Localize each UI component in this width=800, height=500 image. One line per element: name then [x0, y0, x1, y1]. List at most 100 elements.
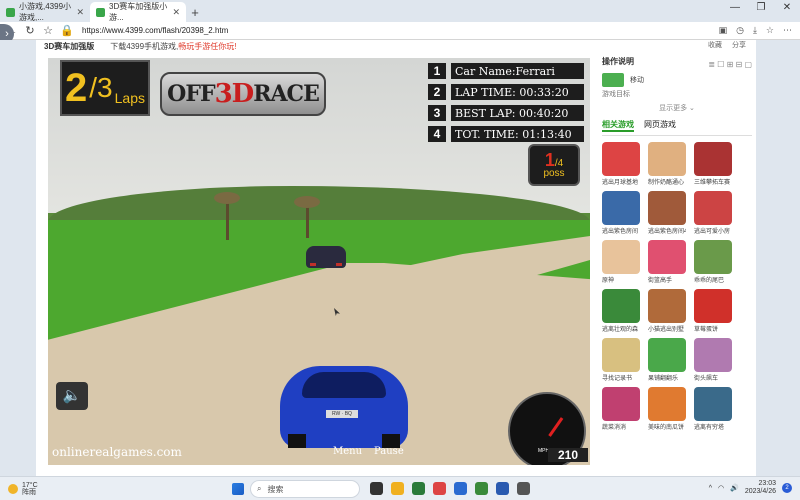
- new-tab-button[interactable]: +: [186, 4, 204, 22]
- wifi-icon[interactable]: ◠: [718, 484, 724, 492]
- game-thumbnail[interactable]: [602, 142, 640, 176]
- game-name[interactable]: 逃出月球基地: [602, 177, 640, 186]
- notification-badge[interactable]: 2: [782, 483, 792, 494]
- related-game-item[interactable]: 蔬菜消消: [602, 387, 640, 431]
- game-site-link[interactable]: onlinerealgames.com: [52, 445, 182, 459]
- taskbar-app-icon[interactable]: [370, 482, 383, 495]
- maximize-button[interactable]: ❐: [748, 2, 774, 13]
- related-game-item[interactable]: 三维攀拓车赛: [694, 142, 732, 186]
- game-thumbnail[interactable]: [694, 338, 732, 372]
- related-game-item[interactable]: 原神: [602, 240, 640, 284]
- game-thumbnail[interactable]: [602, 240, 640, 274]
- game-name[interactable]: 逃出紫色房间4: [648, 226, 686, 235]
- game-thumbnail[interactable]: [648, 240, 686, 274]
- game-thumbnail[interactable]: [694, 142, 732, 176]
- close-window-button[interactable]: ✕: [774, 2, 800, 13]
- favorite-button[interactable]: 收藏: [708, 40, 722, 50]
- game-thumbnail[interactable]: [648, 338, 686, 372]
- close-tab-icon[interactable]: ✕: [172, 7, 180, 18]
- related-game-item[interactable]: 街篮高手: [648, 240, 686, 284]
- game-name[interactable]: 小猫逃出别墅: [648, 324, 686, 333]
- breadcrumb[interactable]: 3D赛车加强版: [44, 41, 94, 52]
- game-name[interactable]: 逃出紫色房间: [602, 226, 640, 235]
- tool-icons[interactable]: ≣ ☐ ⊞ ⊟ ▢: [708, 60, 752, 69]
- game-thumbnail[interactable]: [602, 338, 640, 372]
- related-game-item[interactable]: 逃离壮观的森: [602, 289, 640, 333]
- taskbar-app-icon[interactable]: [475, 482, 488, 495]
- tab-web-games[interactable]: 网页游戏: [644, 119, 676, 132]
- game-thumbnail[interactable]: [694, 289, 732, 323]
- game-thumbnail[interactable]: [648, 289, 686, 323]
- game-thumbnail[interactable]: [602, 387, 640, 421]
- related-game-item[interactable]: 寻找记录书: [602, 338, 640, 382]
- game-thumbnail[interactable]: [694, 387, 732, 421]
- game-name[interactable]: 乖乖的尾巴: [694, 275, 732, 284]
- extension-icon[interactable]: ▣: [719, 25, 728, 36]
- related-game-item[interactable]: 逃出月球基地: [602, 142, 640, 186]
- game-name[interactable]: 果铺翻翻乐: [648, 373, 686, 382]
- weather-widget[interactable]: 17°C 阵雨: [0, 482, 38, 496]
- pause-button[interactable]: Pause: [374, 446, 404, 457]
- game-name[interactable]: 美味的南瓜饼: [648, 422, 686, 431]
- related-game-item[interactable]: 制作奶酪通心: [648, 142, 686, 186]
- windows-start-icon[interactable]: [232, 483, 244, 495]
- taskbar-app-icon[interactable]: [433, 482, 446, 495]
- tab-4399-home[interactable]: 小游戏,4399小游戏,... ✕: [0, 2, 90, 22]
- minimize-button[interactable]: —: [722, 2, 748, 13]
- related-game-item[interactable]: 果铺翻翻乐: [648, 338, 686, 382]
- game-name[interactable]: 蔬菜消消: [602, 422, 640, 431]
- related-game-item[interactable]: 逃出可爱小房: [694, 191, 732, 235]
- volume-icon[interactable]: 🔊: [730, 484, 739, 492]
- game-canvas[interactable]: RW · BQ 2 /3 Laps OFF 3D RACE 1 Car Name:F…: [48, 58, 590, 465]
- taskbar-app-icon[interactable]: [454, 482, 467, 495]
- related-game-item[interactable]: 逃出紫色房间4: [648, 191, 686, 235]
- game-thumbnail[interactable]: [648, 191, 686, 225]
- taskbar-app-icon[interactable]: [391, 482, 404, 495]
- chevron-up-icon[interactable]: ^: [709, 485, 712, 492]
- game-name[interactable]: 街头飙车: [694, 373, 732, 382]
- related-game-item[interactable]: 乖乖的尾巴: [694, 240, 732, 284]
- game-thumbnail[interactable]: [694, 191, 732, 225]
- tab-related-games[interactable]: 相关游戏: [602, 119, 634, 132]
- menu-icon[interactable]: ⋯: [783, 25, 792, 36]
- related-game-item[interactable]: 街头飙车: [694, 338, 732, 382]
- game-name[interactable]: 寻找记录书: [602, 373, 640, 382]
- game-thumbnail[interactable]: [602, 191, 640, 225]
- related-game-item[interactable]: 逃离有穷塔: [694, 387, 732, 431]
- game-thumbnail[interactable]: [648, 142, 686, 176]
- game-name[interactable]: 制作奶酪通心: [648, 177, 686, 186]
- close-tab-icon[interactable]: ✕: [76, 7, 84, 18]
- taskbar-app-icon[interactable]: [496, 482, 509, 495]
- game-name[interactable]: 草莓蛋饼: [694, 324, 732, 333]
- show-more-button[interactable]: 显示更多 ⌄: [602, 103, 752, 113]
- related-game-item[interactable]: 草莓蛋饼: [694, 289, 732, 333]
- game-thumbnail[interactable]: [694, 240, 732, 274]
- share-button[interactable]: 分享: [732, 40, 746, 50]
- taskbar-search[interactable]: ⌕ 搜索: [250, 480, 360, 498]
- game-name[interactable]: 街篮高手: [648, 275, 686, 284]
- related-game-item[interactable]: 小猫逃出别墅: [648, 289, 686, 333]
- url-field[interactable]: https://www.4399.com/flash/20398_2.htm: [82, 26, 228, 35]
- game-name[interactable]: 逃离壮观的森: [602, 324, 640, 333]
- star-icon[interactable]: ☆: [42, 24, 54, 37]
- game-thumbnail[interactable]: [648, 387, 686, 421]
- download-promo[interactable]: 下载4399手机游戏,畅玩手游任你玩!: [110, 41, 236, 52]
- sound-toggle-icon[interactable]: 🔈: [56, 382, 88, 410]
- game-thumbnail[interactable]: [602, 289, 640, 323]
- bookmark-icon[interactable]: ☆: [766, 25, 774, 36]
- related-game-item[interactable]: 美味的南瓜饼: [648, 387, 686, 431]
- taskbar-app-icon[interactable]: [412, 482, 425, 495]
- game-name[interactable]: 三维攀拓车赛: [694, 177, 732, 186]
- game-name[interactable]: 逃出可爱小房: [694, 226, 732, 235]
- related-game-item[interactable]: 逃出紫色房间: [602, 191, 640, 235]
- game-name[interactable]: 逃离有穷塔: [694, 422, 732, 431]
- refresh-icon[interactable]: ↻: [24, 24, 36, 37]
- history-icon[interactable]: ◷: [736, 25, 744, 36]
- tab-3d-race[interactable]: 3D赛车加强版小游... ✕: [90, 2, 186, 22]
- date: 2023/4/26: [744, 488, 776, 496]
- download-icon[interactable]: ⤓: [753, 25, 757, 36]
- clock[interactable]: 23:03 2023/4/26: [745, 480, 776, 497]
- menu-button[interactable]: Menu: [333, 446, 362, 457]
- taskbar-app-icon[interactable]: [517, 482, 530, 495]
- game-name[interactable]: 原神: [602, 275, 640, 284]
